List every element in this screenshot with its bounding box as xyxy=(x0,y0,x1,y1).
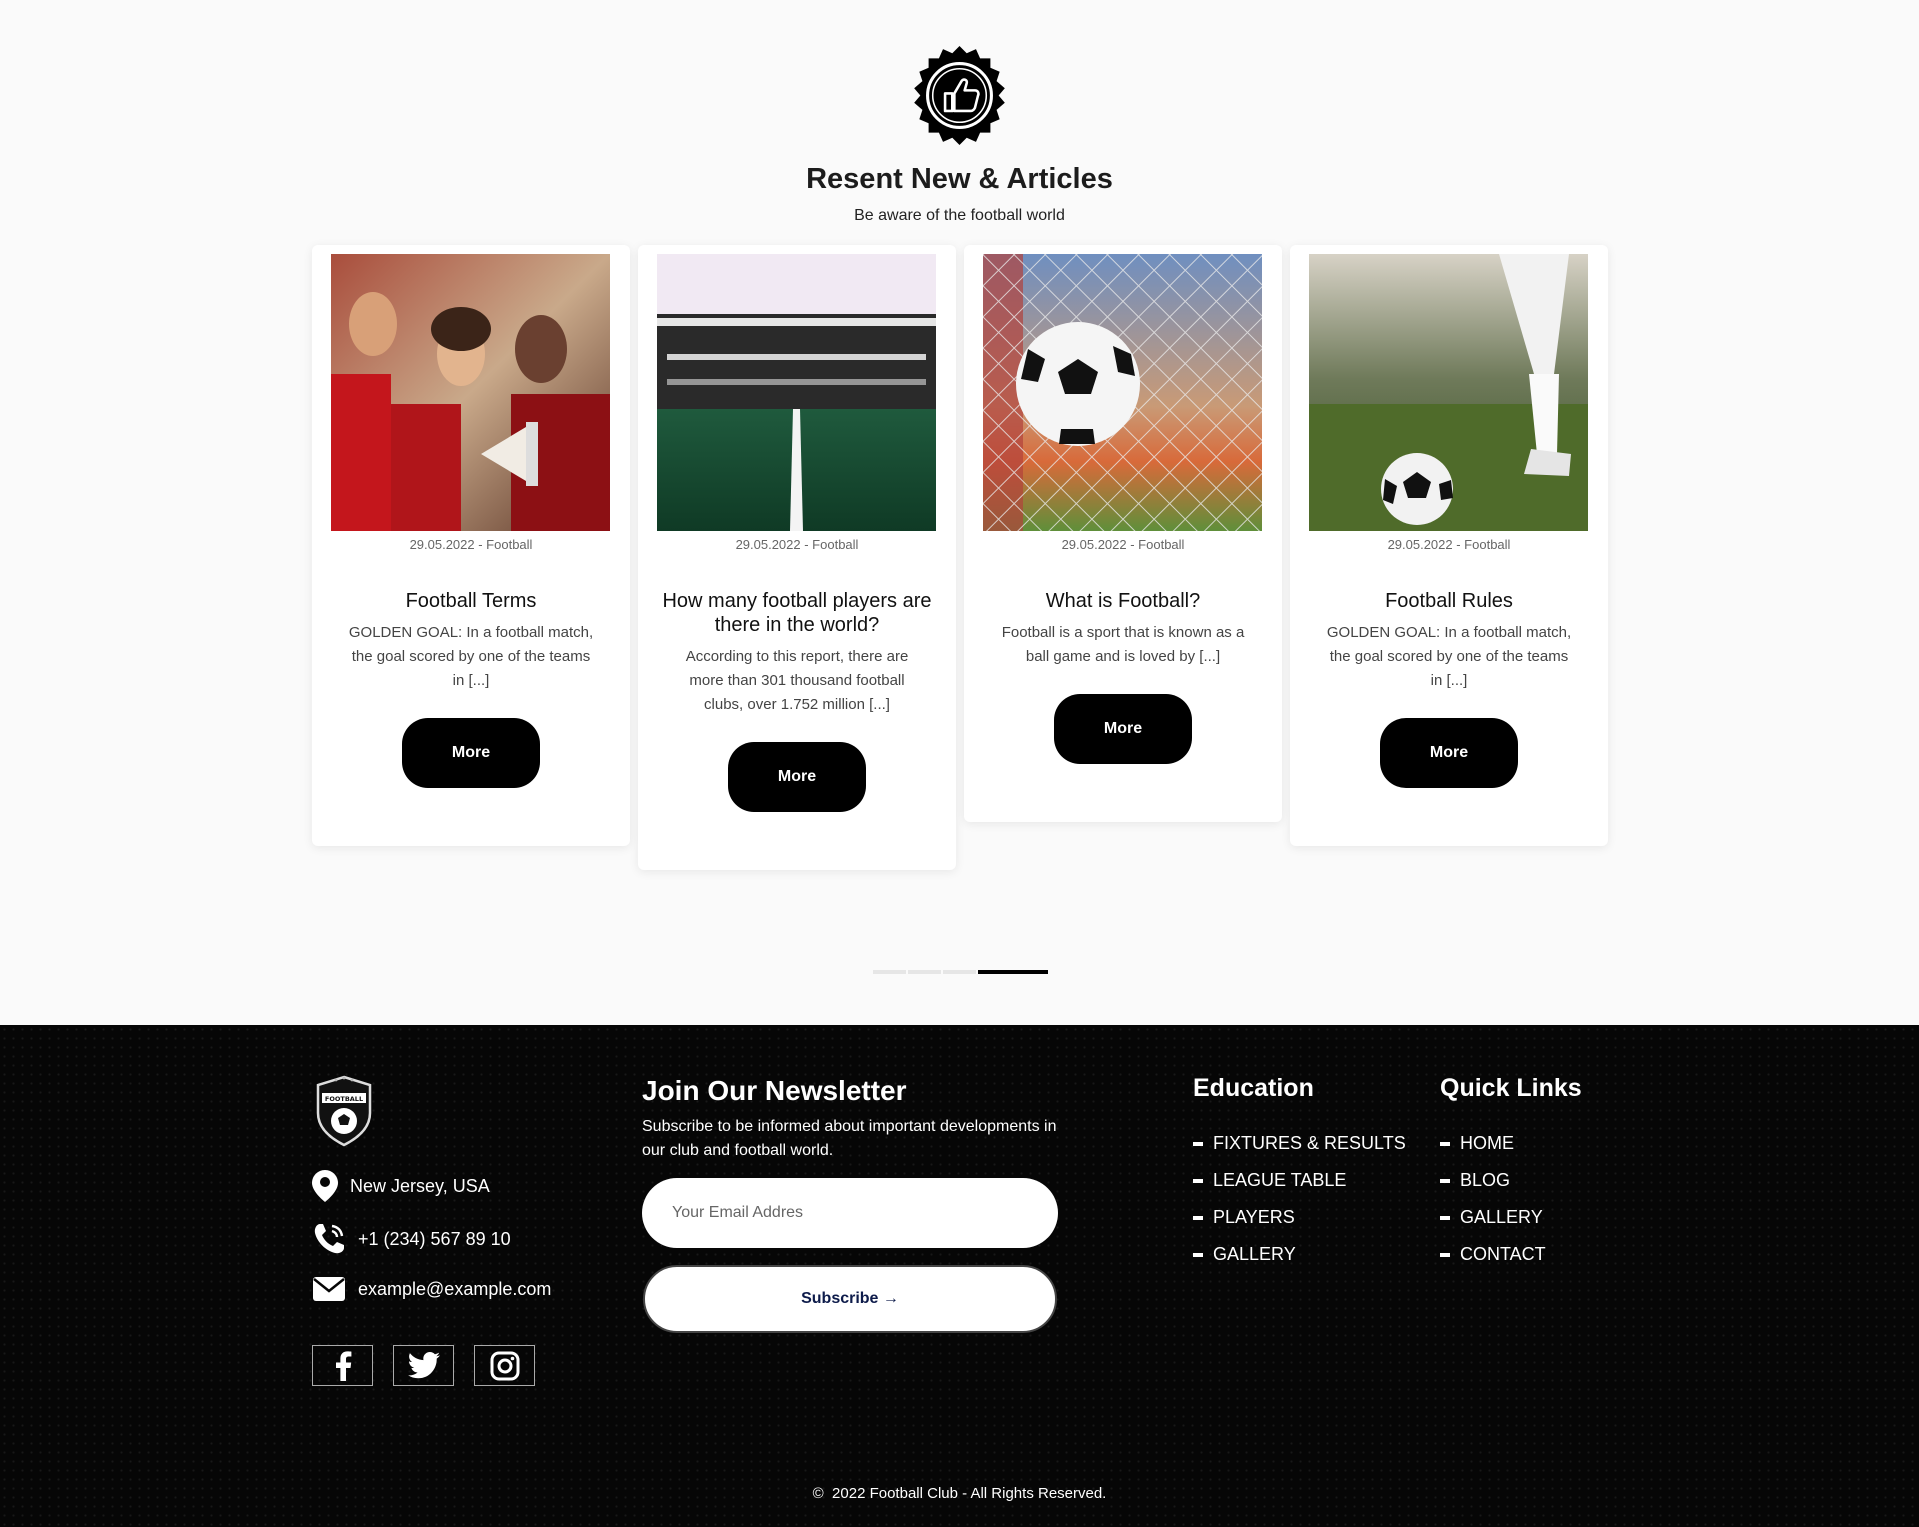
carousel-dot[interactable] xyxy=(908,970,941,974)
more-button[interactable]: More xyxy=(1054,694,1192,764)
subscribe-button[interactable]: Subscribe → xyxy=(643,1265,1057,1333)
footer-link-league-table[interactable]: LEAGUE TABLE xyxy=(1193,1162,1406,1199)
social-links xyxy=(312,1345,535,1386)
phone-icon xyxy=(314,1224,344,1254)
contact-phone[interactable]: +1 (234) 567 89 10 xyxy=(312,1222,511,1256)
footer-link-blog[interactable]: BLOG xyxy=(1440,1162,1546,1199)
bullet-icon xyxy=(1440,1215,1450,1220)
link-label: CONTACT xyxy=(1460,1244,1546,1264)
phone-text: +1 (234) 567 89 10 xyxy=(358,1228,511,1249)
article-card: 29.05.2022 - Football How many football … xyxy=(638,245,956,870)
footer-link-fixtures[interactable]: FIXTURES & RESULTS xyxy=(1193,1125,1406,1162)
section-subtitle: Be aware of the football world xyxy=(854,207,1065,224)
article-image-player-kick[interactable] xyxy=(1309,254,1588,531)
location-pin-icon xyxy=(312,1170,338,1202)
bullet-icon xyxy=(1193,1178,1203,1183)
article-title[interactable]: How many football players are there in t… xyxy=(658,589,936,637)
more-button[interactable]: More xyxy=(1380,718,1518,788)
copyright-text: 2022 Football Club - All Rights Reserved… xyxy=(832,1485,1107,1502)
article-meta: 29.05.2022 - Football xyxy=(1061,537,1185,552)
link-label: BLOG xyxy=(1460,1170,1511,1190)
carousel-dot-active[interactable] xyxy=(978,970,1048,974)
link-label: LEAGUE TABLE xyxy=(1213,1170,1347,1190)
bullet-icon xyxy=(1440,1141,1450,1146)
carousel-dot[interactable] xyxy=(943,970,976,974)
link-label: GALLERY xyxy=(1460,1207,1543,1227)
link-label: FIXTURES & RESULTS xyxy=(1213,1133,1406,1153)
footer-link-players[interactable]: PLAYERS xyxy=(1193,1199,1406,1236)
more-button[interactable]: More xyxy=(728,742,866,812)
footer-link-contact[interactable]: CONTACT xyxy=(1440,1236,1546,1273)
newsletter-email-input[interactable] xyxy=(642,1178,1058,1248)
bullet-icon xyxy=(1440,1178,1450,1183)
more-button[interactable]: More xyxy=(402,718,540,788)
instagram-icon xyxy=(490,1351,519,1380)
footer-link-gallery[interactable]: GALLERY xyxy=(1440,1199,1546,1236)
link-label: HOME xyxy=(1460,1133,1514,1153)
bullet-icon xyxy=(1193,1252,1203,1257)
article-excerpt: Football is a sport that is known as a b… xyxy=(1001,624,1245,665)
footer: FOOTBALL New Jersey, USA +1 (234) 567 89… xyxy=(0,1025,1919,1527)
carousel-dot[interactable] xyxy=(873,970,906,974)
instagram-button[interactable] xyxy=(474,1345,535,1386)
copyright: © 2022 Football Club - All Rights Reserv… xyxy=(0,1485,1919,1502)
article-card: 29.05.2022 - Football What is Football? … xyxy=(964,245,1282,822)
carousel-pagination xyxy=(873,970,1048,974)
copyright-icon: © xyxy=(812,1485,824,1502)
contact-address: New Jersey, USA xyxy=(312,1170,490,1202)
email-text: example@example.com xyxy=(358,1278,552,1299)
article-card: 29.05.2022 - Football Football Rules GOL… xyxy=(1290,245,1608,846)
article-excerpt: According to this report, there are more… xyxy=(685,648,909,713)
address-text: New Jersey, USA xyxy=(350,1175,490,1196)
education-title: Education xyxy=(1193,1074,1314,1102)
svg-text:FOOTBALL: FOOTBALL xyxy=(325,1095,363,1103)
article-image-fans[interactable] xyxy=(331,254,610,531)
footer-link-home[interactable]: HOME xyxy=(1440,1125,1546,1162)
bullet-icon xyxy=(1193,1215,1203,1220)
bullet-icon xyxy=(1440,1252,1450,1257)
article-meta: 29.05.2022 - Football xyxy=(409,537,533,552)
article-title[interactable]: Football Rules xyxy=(1310,589,1588,613)
quick-links-title: Quick Links xyxy=(1440,1074,1582,1102)
article-title[interactable]: What is Football? xyxy=(984,589,1262,613)
facebook-icon xyxy=(335,1350,351,1381)
twitter-icon xyxy=(407,1352,440,1379)
article-meta: 29.05.2022 - Football xyxy=(1387,537,1511,552)
education-links: FIXTURES & RESULTS LEAGUE TABLE PLAYERS … xyxy=(1193,1125,1406,1273)
football-club-logo-icon[interactable]: FOOTBALL xyxy=(312,1073,376,1147)
footer-link-gallery[interactable]: GALLERY xyxy=(1193,1236,1406,1273)
article-image-ball-net[interactable] xyxy=(983,254,1262,531)
article-excerpt: GOLDEN GOAL: In a football match, the go… xyxy=(1326,624,1572,689)
section-title: Resent New & Articles xyxy=(806,163,1113,195)
newsletter-title: Join Our Newsletter xyxy=(642,1075,907,1106)
article-card: 29.05.2022 - Football Football Terms GOL… xyxy=(312,245,630,846)
contact-email[interactable]: example@example.com xyxy=(312,1276,551,1302)
twitter-button[interactable] xyxy=(393,1345,454,1386)
thumbs-up-badge-icon xyxy=(914,46,1005,145)
newsletter-description: Subscribe to be informed about important… xyxy=(642,1118,1057,1159)
article-image-stadium[interactable] xyxy=(657,254,936,531)
quick-links: HOME BLOG GALLERY CONTACT xyxy=(1440,1125,1546,1273)
facebook-button[interactable] xyxy=(312,1345,373,1386)
envelope-icon xyxy=(313,1277,345,1301)
link-label: PLAYERS xyxy=(1213,1207,1295,1227)
link-label: GALLERY xyxy=(1213,1244,1296,1264)
article-title[interactable]: Football Terms xyxy=(332,589,610,613)
article-meta: 29.05.2022 - Football xyxy=(735,537,859,552)
article-excerpt: GOLDEN GOAL: In a football match, the go… xyxy=(348,624,594,689)
bullet-icon xyxy=(1193,1141,1203,1146)
